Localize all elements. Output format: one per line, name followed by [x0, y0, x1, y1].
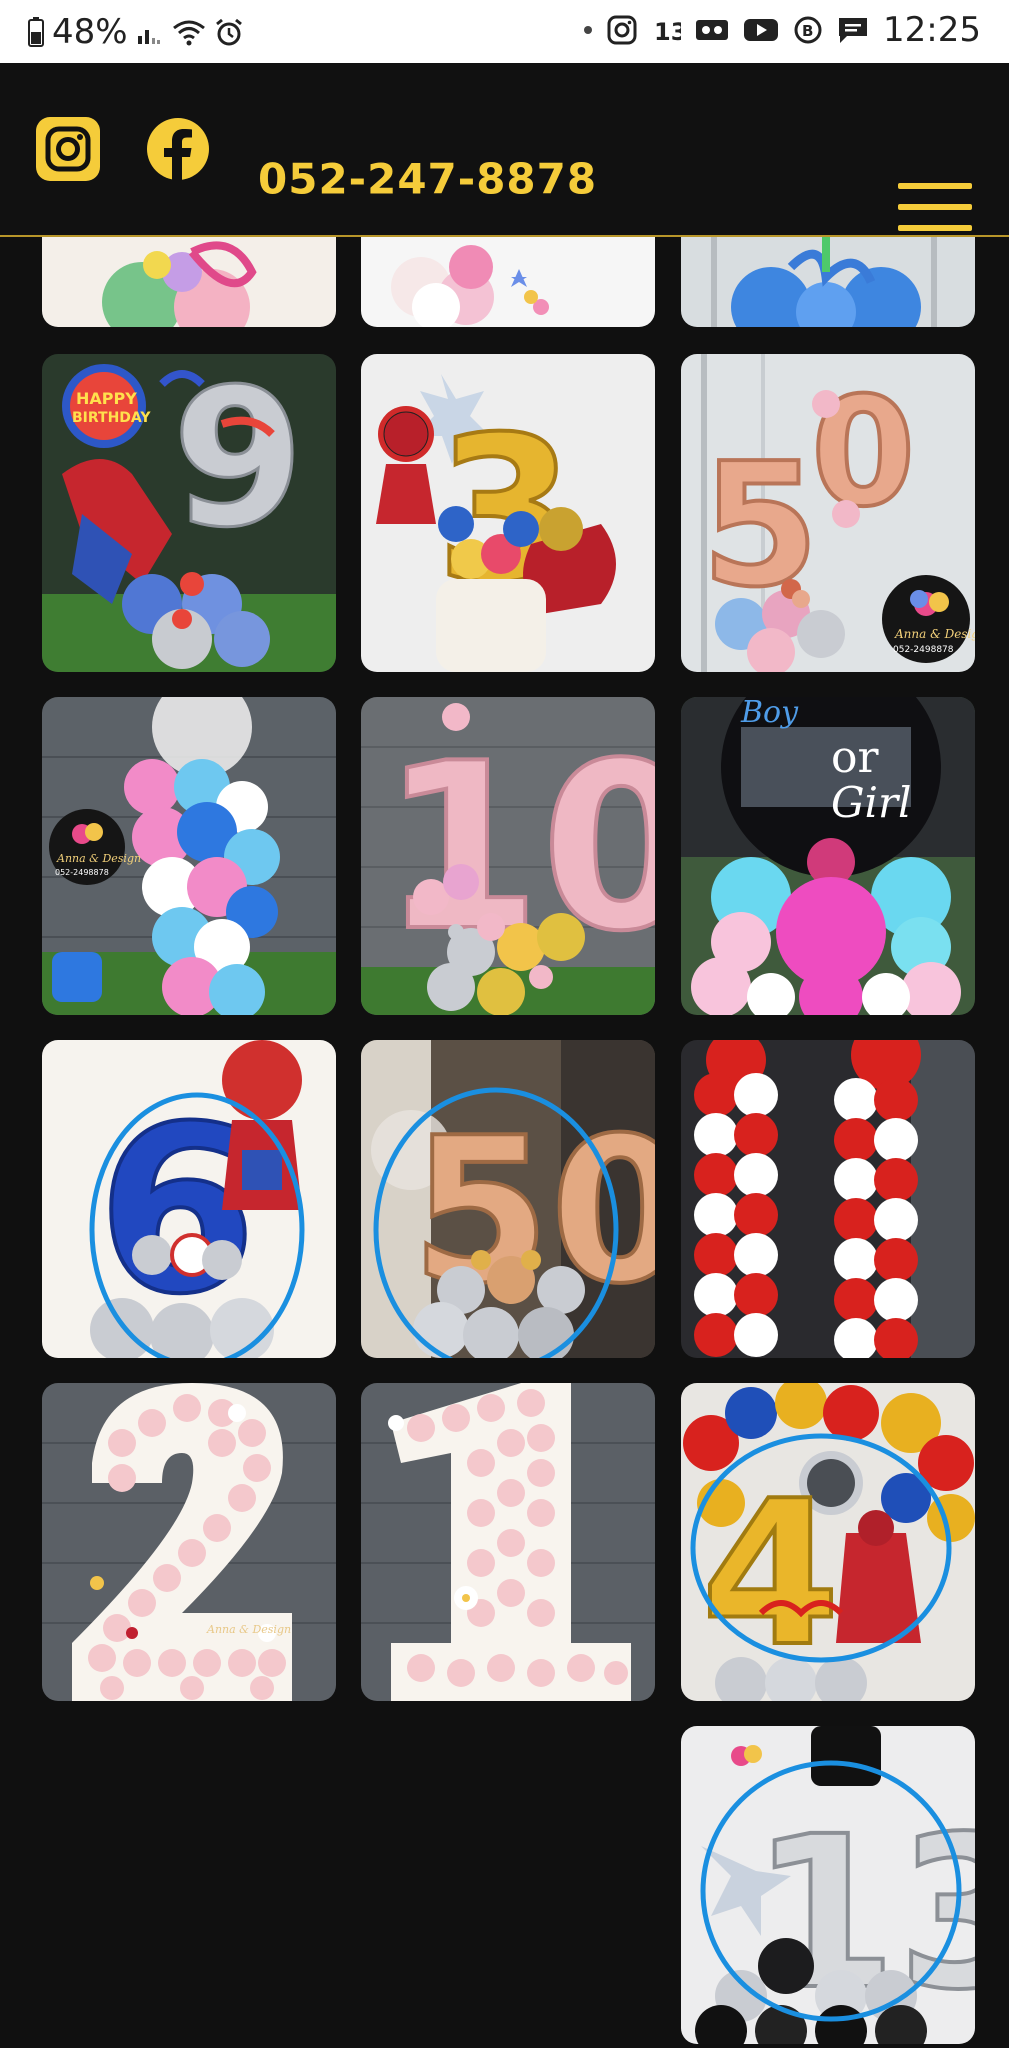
gallery-item-4[interactable]: Anna & Design 052-2498878	[42, 697, 336, 1015]
clock: 12:25	[883, 10, 981, 50]
hamburger-menu-button[interactable]	[898, 183, 978, 241]
svg-text:13: 13	[654, 18, 681, 45]
svg-text:HAPPY: HAPPY	[76, 389, 137, 408]
watermark-phone: 052-2498878	[893, 645, 954, 655]
battery-icon	[28, 17, 44, 47]
svg-text:BIRTHDAY: BIRTHDAY	[72, 410, 151, 426]
battery-percent: 48%	[52, 12, 128, 52]
youtube-notification-icon	[743, 16, 779, 44]
message-notification-icon	[837, 15, 869, 45]
notification-dot-icon	[583, 25, 593, 35]
watermark-text: Anna & Design	[894, 627, 975, 641]
gallery-item-1[interactable]: 9 HAPPY BIRTHDAY	[42, 354, 336, 672]
balloon-gallery: 9 HAPPY BIRTHDAY 3 5 0 Anna & Desi 052-2…	[0, 237, 1009, 2048]
gallery-item-13[interactable]: 13	[681, 1726, 975, 2044]
gallery-item-11[interactable]	[361, 1383, 655, 1701]
gallery-item-8[interactable]: 50	[361, 1040, 655, 1358]
gallery-item-5[interactable]: 10	[361, 697, 655, 1015]
gallery-item-partial-1[interactable]	[42, 237, 336, 327]
app-13-notification-icon: 13	[651, 15, 681, 45]
instagram-link[interactable]	[36, 117, 100, 181]
gallery-item-partial-2[interactable]	[361, 237, 655, 327]
svg-text:Anna & Design: Anna & Design	[206, 1623, 291, 1636]
status-bar: 48% 13 B 12:25	[0, 0, 1009, 63]
signal-icon	[136, 18, 164, 46]
balloon-text-girl: Girl	[831, 778, 912, 827]
gallery-item-7[interactable]: 6	[42, 1040, 336, 1358]
facebook-link[interactable]	[146, 117, 210, 181]
gallery-item-3[interactable]: 5 0 Anna & Design 052-2498878	[681, 354, 975, 672]
watermark-text: Anna & Design	[56, 852, 141, 865]
bit-notification-icon: B	[793, 15, 823, 45]
svg-text:9: 9	[172, 354, 304, 569]
alarm-icon	[214, 17, 244, 47]
gallery-item-10[interactable]: Anna & Design	[42, 1383, 336, 1701]
gallery-item-partial-3[interactable]	[681, 237, 975, 327]
gallery-item-12[interactable]: 4	[681, 1383, 975, 1701]
gallery-item-2[interactable]: 3	[361, 354, 655, 672]
gallery-item-9[interactable]	[681, 1040, 975, 1358]
watermark-phone: 052-2498878	[55, 868, 109, 877]
facebook-icon	[147, 118, 209, 181]
balloon-text-boy: Boy	[740, 697, 799, 730]
svg-text:4: 4	[701, 1458, 840, 1691]
wifi-icon	[172, 18, 206, 46]
instagram-notification-icon	[607, 15, 637, 45]
balloon-text-or: or	[831, 732, 879, 783]
svg-text:B: B	[802, 22, 813, 40]
instagram-icon	[36, 117, 100, 181]
voicemail-notification-icon	[695, 16, 729, 44]
site-header: 052-247-8878	[0, 63, 1009, 237]
phone-number-link[interactable]: 052-247-8878	[258, 155, 597, 204]
gallery-item-6[interactable]: Boy or Girl	[681, 697, 975, 1015]
